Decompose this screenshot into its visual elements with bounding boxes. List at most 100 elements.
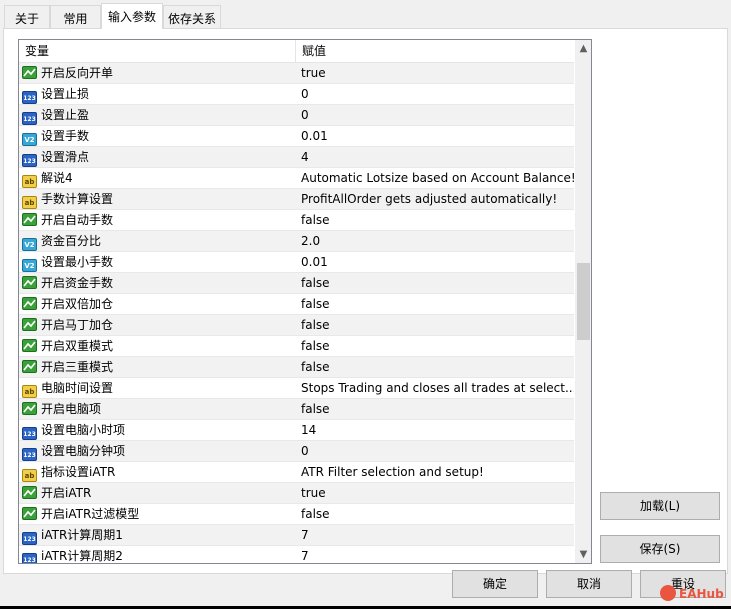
parameter-row[interactable]: 开启三重模式 false — [19, 357, 574, 378]
double-param-icon: V2 — [22, 259, 37, 272]
eahub-watermark: EAHub — [660, 584, 724, 604]
parameter-row[interactable]: ab 解说4 Automatic Lotsize based on Account … — [19, 168, 574, 189]
double-param-icon: V2 — [22, 133, 37, 146]
parameter-row[interactable]: 开启双重模式 false — [19, 336, 574, 357]
string-param-icon: ab — [22, 196, 37, 209]
parameter-value[interactable]: 7 — [296, 525, 574, 545]
parameter-row[interactable]: 开启马丁加仓 false — [19, 315, 574, 336]
tab-bar: 关于 常用 输入参数 依存关系 — [0, 0, 731, 29]
parameter-name: 开启资金手数 — [41, 276, 114, 290]
int-param-icon: 123 — [22, 553, 37, 563]
parameter-row[interactable]: 123 设置止盈 0 — [19, 105, 574, 126]
parameter-value[interactable]: Stops Trading and closes all trades at s… — [296, 378, 574, 398]
parameter-row[interactable]: 123 设置滑点 4 — [19, 147, 574, 168]
parameter-name-cell: 123 iATR计算周期2 — [19, 546, 296, 563]
eahub-logo-icon — [660, 585, 676, 601]
parameter-name: 设置手数 — [41, 129, 90, 143]
parameter-name: 开启反向开单 — [41, 66, 114, 80]
parameter-name-cell: 开启双倍加仓 — [19, 294, 296, 314]
tab-common[interactable]: 常用 — [50, 5, 101, 29]
parameter-value[interactable]: ATR Filter selection and setup! — [296, 462, 574, 482]
parameter-name-cell: 开启双重模式 — [19, 336, 296, 356]
scroll-down-arrow[interactable]: ▼ — [575, 546, 591, 563]
parameter-name: 开启电脑项 — [41, 402, 102, 416]
parameter-row[interactable]: 开启iATR true — [19, 483, 574, 504]
scroll-thumb[interactable] — [577, 263, 590, 340]
parameter-row[interactable]: 开启电脑项 false — [19, 399, 574, 420]
parameter-name: iATR计算周期1 — [41, 528, 123, 542]
vertical-scrollbar[interactable]: ▲ ▼ — [575, 40, 591, 563]
parameter-value[interactable]: true — [296, 63, 574, 83]
int-param-icon: 123 — [22, 532, 37, 545]
parameter-row[interactable]: V2 设置最小手数 0.01 — [19, 252, 574, 273]
parameter-value[interactable]: false — [296, 399, 574, 419]
parameter-name-cell: 开启电脑项 — [19, 399, 296, 419]
scroll-up-arrow[interactable]: ▲ — [575, 40, 591, 57]
parameter-value[interactable]: 7 — [296, 546, 574, 563]
parameter-name-cell: ab 指标设置iATR — [19, 462, 296, 482]
parameter-row[interactable]: ab 指标设置iATR ATR Filter selection and setup… — [19, 462, 574, 483]
save-button[interactable]: 保存(S) — [600, 535, 720, 563]
parameter-row[interactable]: 123 设置电脑分钟项 0 — [19, 441, 574, 462]
parameter-name-cell: 开启自动手数 — [19, 210, 296, 230]
tab-dependencies[interactable]: 依存关系 — [163, 5, 221, 29]
parameter-row[interactable]: ab 电脑时间设置 Stops Trading and closes all tra… — [19, 378, 574, 399]
column-header-variable[interactable]: 变量 — [19, 40, 296, 63]
parameter-name-cell: 开启iATR — [19, 483, 296, 503]
parameter-name-cell: 123 设置止损 — [19, 84, 296, 104]
bool-param-icon — [22, 66, 37, 79]
parameter-name-cell: V2 设置手数 — [19, 126, 296, 146]
parameter-rows: 开启反向开单 true 123 设置止损 0 123 设置止盈 0 V2 设置手数 0.01 123 设… — [19, 63, 574, 563]
parameter-row[interactable]: 123 iATR计算周期1 7 — [19, 525, 574, 546]
parameter-row[interactable]: 开启反向开单 true — [19, 63, 574, 84]
parameter-value[interactable]: ProfitAllOrder gets adjusted automatical… — [296, 189, 574, 209]
parameter-name-cell: V2 设置最小手数 — [19, 252, 296, 272]
cancel-button[interactable]: 取消 — [546, 570, 632, 598]
parameter-value[interactable]: 4 — [296, 147, 574, 167]
load-button[interactable]: 加载(L) — [600, 492, 720, 520]
column-header-value[interactable]: 赋值 — [296, 40, 574, 63]
parameter-row[interactable]: V2 设置手数 0.01 — [19, 126, 574, 147]
parameter-row[interactable]: 开启iATR过滤模型 false — [19, 504, 574, 525]
parameter-value[interactable]: false — [296, 315, 574, 335]
parameter-value[interactable]: 0 — [296, 105, 574, 125]
parameter-name-cell: ab 解说4 — [19, 168, 296, 188]
parameter-row[interactable]: 123 设置电脑小时项 14 — [19, 420, 574, 441]
string-param-icon: ab — [22, 385, 37, 398]
parameter-row[interactable]: 123 设置止损 0 — [19, 84, 574, 105]
parameter-row[interactable]: 开启资金手数 false — [19, 273, 574, 294]
parameter-value[interactable]: false — [296, 273, 574, 293]
watermark-text: EAHub — [679, 587, 724, 601]
parameter-name-cell: 开启iATR过滤模型 — [19, 504, 296, 524]
parameter-name: 开启双重模式 — [41, 339, 114, 353]
parameter-value[interactable]: false — [296, 336, 574, 356]
parameter-value[interactable]: 0 — [296, 441, 574, 461]
parameter-value[interactable]: false — [296, 504, 574, 524]
double-param-icon: V2 — [22, 238, 37, 251]
parameter-name: 开启三重模式 — [41, 360, 114, 374]
parameter-value[interactable]: Automatic Lotsize based on Account Balan… — [296, 168, 574, 188]
parameter-name-cell: V2 资金百分比 — [19, 231, 296, 251]
parameter-value[interactable]: true — [296, 483, 574, 503]
parameter-value[interactable]: 0.01 — [296, 252, 574, 272]
parameter-value[interactable]: false — [296, 294, 574, 314]
parameter-value[interactable]: 2.0 — [296, 231, 574, 251]
parameter-name: 开启双倍加仓 — [41, 297, 114, 311]
bool-param-icon — [22, 486, 37, 499]
parameter-row[interactable]: 开启自动手数 false — [19, 210, 574, 231]
parameter-row[interactable]: 123 iATR计算周期2 7 — [19, 546, 574, 563]
parameter-value[interactable]: false — [296, 357, 574, 377]
tab-inputs[interactable]: 输入参数 — [101, 3, 163, 29]
parameter-value[interactable]: false — [296, 210, 574, 230]
bool-param-icon — [22, 276, 37, 289]
parameter-row[interactable]: 开启双倍加仓 false — [19, 294, 574, 315]
parameter-row[interactable]: ab 手数计算设置 ProfitAllOrder gets adjusted aut… — [19, 189, 574, 210]
parameter-value[interactable]: 0 — [296, 84, 574, 104]
bool-param-icon — [22, 339, 37, 352]
parameter-value[interactable]: 0.01 — [296, 126, 574, 146]
ok-button[interactable]: 确定 — [452, 570, 538, 598]
parameter-row[interactable]: V2 资金百分比 2.0 — [19, 231, 574, 252]
tab-about[interactable]: 关于 — [4, 5, 50, 29]
parameter-value[interactable]: 14 — [296, 420, 574, 440]
bool-param-icon — [22, 318, 37, 331]
